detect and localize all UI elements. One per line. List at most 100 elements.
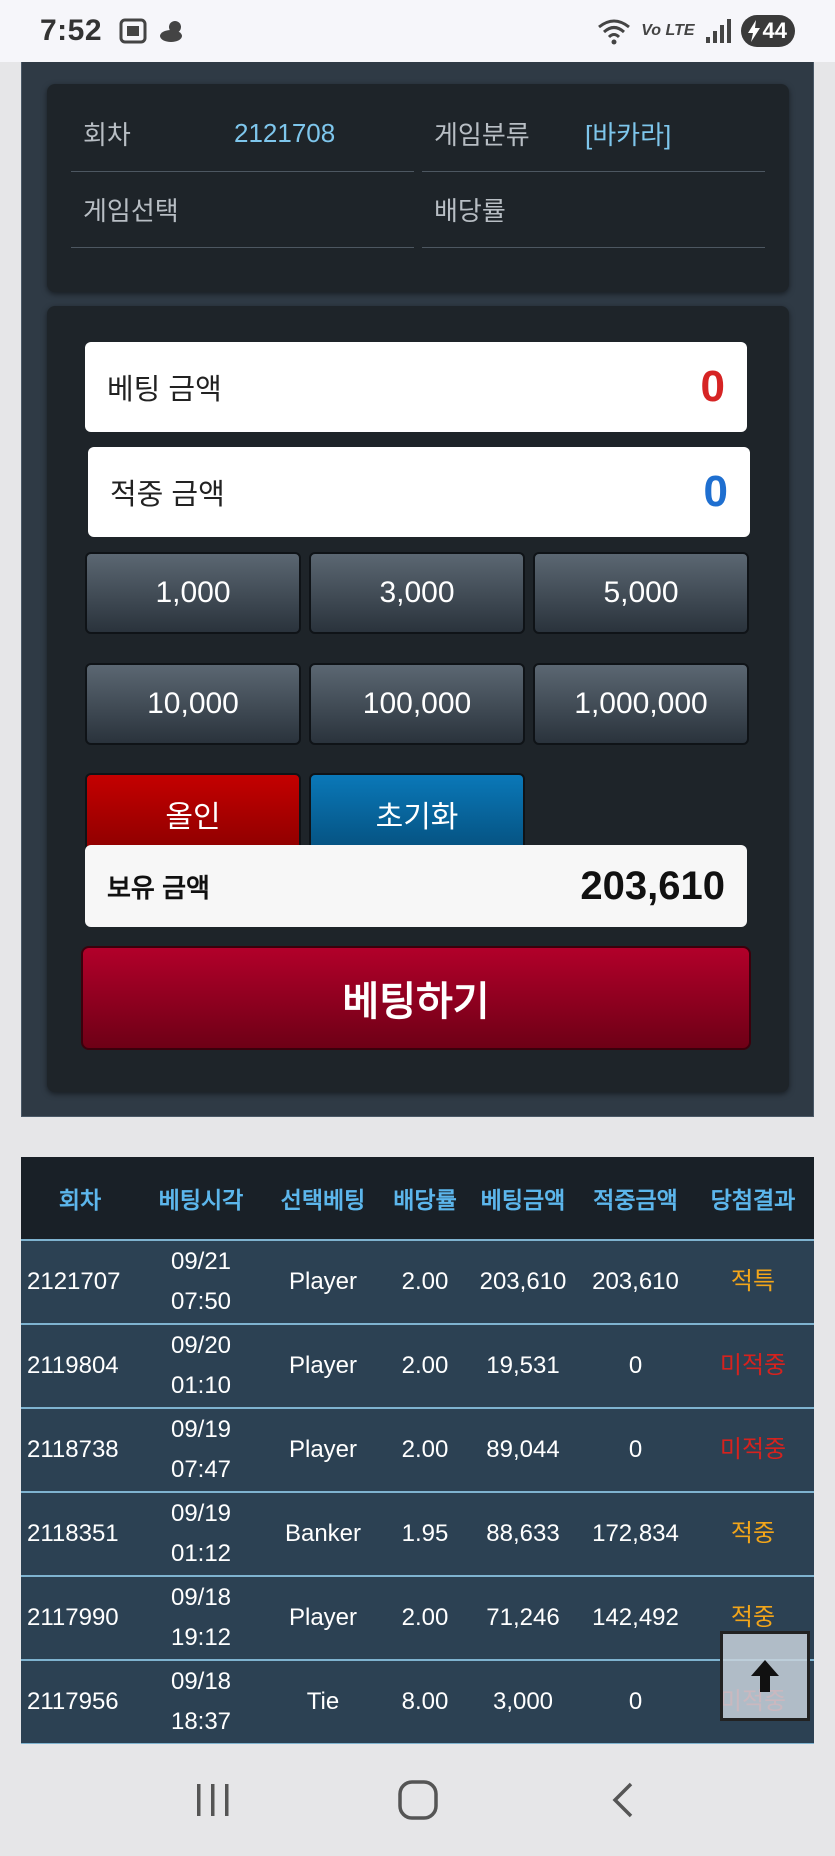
cell-date: 09/18: [170, 1668, 232, 1695]
game-info-card: 회차 2121708 게임분류 [바카라] 게임선택 배당률: [47, 84, 789, 292]
selection-cell: 게임선택: [71, 172, 414, 248]
cell-pick: Player: [288, 1268, 358, 1295]
cell-date: 09/20: [170, 1332, 232, 1359]
battery-percent: 44: [762, 18, 787, 43]
betting-panel: 회차 2121708 게임분류 [바카라] 게임선택 배당률 베팅 금액 0 적…: [21, 62, 814, 1117]
cell-win-amount: 172,834: [592, 1520, 679, 1547]
cell-bet-amount: 88,633: [486, 1520, 560, 1547]
cell-time: 01:10: [170, 1372, 232, 1399]
chip-1000-button[interactable]: 1,000: [85, 552, 301, 634]
category-value: [바카라]: [585, 120, 672, 150]
status-time: 7:52: [40, 14, 103, 47]
charging-icon: [747, 20, 760, 42]
round-label: 회차: [83, 120, 131, 150]
bet-amount-label: 베팅 금액: [107, 374, 222, 406]
place-bet-button[interactable]: 베팅하기: [81, 946, 751, 1050]
header-bet-time: 베팅시각: [158, 1187, 244, 1213]
cell-date: 09/19: [170, 1416, 232, 1443]
status-icons-right: Vo LTE 44: [597, 15, 795, 47]
status-bar: 7:52 Vo LTE 44: [0, 0, 835, 62]
wifi-icon: [598, 19, 631, 45]
table-row[interactable]: 2119804 09/20 01:10 Player 2.00 19,531 0…: [21, 1325, 814, 1409]
cell-time: 07:50: [170, 1288, 232, 1315]
cell-bet-amount: 19,531: [486, 1352, 560, 1379]
bet-amount-value: 0: [700, 362, 725, 411]
table-row[interactable]: 2117956 09/18 18:37 Tie 8.00 3,000 0 미적중: [21, 1661, 814, 1744]
screenshot-icon: [119, 18, 147, 44]
win-amount-value: 0: [703, 467, 728, 516]
cell-win-amount: 0: [628, 1352, 643, 1379]
chip-10000-button[interactable]: 10,000: [85, 663, 301, 745]
header-round: 회차: [58, 1187, 102, 1213]
cell-date: 09/18: [170, 1584, 232, 1611]
cell-bet-amount: 71,246: [486, 1604, 560, 1631]
chip-3000-button[interactable]: 3,000: [309, 552, 525, 634]
cell-round: 2119804: [27, 1352, 119, 1379]
weather-icon: [160, 21, 183, 42]
table-row[interactable]: 2118351 09/19 01:12 Banker 1.95 88,633 1…: [21, 1493, 814, 1577]
cell-time: 19:12: [170, 1624, 232, 1651]
cell-odds: 2.00: [401, 1352, 449, 1379]
cell-time: 18:37: [170, 1708, 232, 1735]
cell-pick: Tie: [306, 1688, 340, 1715]
cell-win-amount: 0: [628, 1688, 643, 1715]
cell-result: 적특: [730, 1268, 776, 1295]
win-amount-label: 적중 금액: [110, 479, 225, 511]
home-icon: [397, 1780, 438, 1820]
table-row[interactable]: 2121707 09/21 07:50 Player 2.00 203,610 …: [21, 1241, 814, 1325]
chip-5000-button[interactable]: 5,000: [533, 552, 749, 634]
round-cell: 회차 2121708: [71, 96, 414, 172]
bet-card: 베팅 금액 0 적중 금액 0 1,000 3,000 5,000 10,000…: [47, 306, 789, 1092]
cell-bet-amount: 89,044: [486, 1436, 560, 1463]
cell-win-amount: 203,610: [592, 1268, 679, 1295]
status-icons-left: [118, 17, 188, 45]
recent-apps-icon: [196, 1784, 228, 1816]
cell-result: 적중: [730, 1520, 776, 1547]
cell-date: 09/19: [170, 1500, 232, 1527]
cell-round: 2118738: [27, 1436, 119, 1463]
back-icon: [612, 1782, 632, 1818]
cell-odds: 1.95: [401, 1520, 449, 1547]
info-row-1: 회차 2121708 게임분류 [바카라]: [71, 96, 765, 172]
cell-round: 2121707: [27, 1268, 121, 1295]
back-button[interactable]: [593, 1770, 653, 1830]
cell-time: 01:12: [170, 1540, 232, 1567]
table-header: 회차 베팅시각 선택베팅 배당률 베팅금액 적중금액 당첨결과: [21, 1157, 814, 1241]
cell-result: 미적중: [719, 1436, 787, 1463]
header-win-amount: 적중금액: [593, 1187, 678, 1213]
cell-bet-amount: 3,000: [492, 1688, 554, 1715]
header-bet-amount: 베팅금액: [480, 1187, 566, 1213]
cell-bet-time: 09/21 07:50: [139, 1241, 263, 1323]
chip-100000-button[interactable]: 100,000: [309, 663, 525, 745]
category-cell: 게임분류 [바카라]: [422, 96, 765, 172]
table-row[interactable]: 2118738 09/19 07:47 Player 2.00 89,044 0…: [21, 1409, 814, 1493]
selection-label: 게임선택: [83, 196, 179, 226]
cell-round: 2118351: [27, 1520, 119, 1547]
scroll-to-top-button[interactable]: [720, 1631, 810, 1721]
table-row[interactable]: 2117990 09/18 19:12 Player 2.00 71,246 1…: [21, 1577, 814, 1661]
cell-time: 07:47: [170, 1456, 232, 1483]
cell-odds: 2.00: [401, 1268, 449, 1295]
cell-bet-time: 09/20 01:10: [139, 1325, 263, 1407]
chip-1000000-button[interactable]: 1,000,000: [533, 663, 749, 745]
info-row-2: 게임선택 배당률: [71, 172, 765, 248]
odds-label: 배당률: [434, 196, 506, 226]
cell-round: 2117956: [27, 1688, 119, 1715]
odds-cell: 배당률: [422, 172, 765, 248]
cell-date: 09/21: [170, 1248, 232, 1275]
home-button[interactable]: [388, 1770, 448, 1830]
volte-indicator: Vo LTE: [641, 22, 695, 39]
navigation-bar: [0, 1744, 835, 1856]
bet-history-table: 회차 베팅시각 선택베팅 배당률 베팅금액 적중금액 당첨결과 2121707 …: [21, 1157, 814, 1744]
recent-apps-button[interactable]: [183, 1770, 243, 1830]
category-label: 게임분류: [434, 120, 530, 150]
all-in-button[interactable]: 올인: [85, 773, 301, 855]
arrow-up-icon: [751, 1660, 779, 1692]
battery-indicator: 44: [740, 15, 795, 47]
cell-round: 2117990: [27, 1604, 119, 1631]
cell-pick: Player: [288, 1436, 358, 1463]
cell-pick: Player: [288, 1352, 358, 1379]
header-result: 당첨결과: [710, 1187, 796, 1213]
header-pick: 선택베팅: [280, 1187, 366, 1213]
reset-button[interactable]: 초기화: [309, 773, 525, 855]
